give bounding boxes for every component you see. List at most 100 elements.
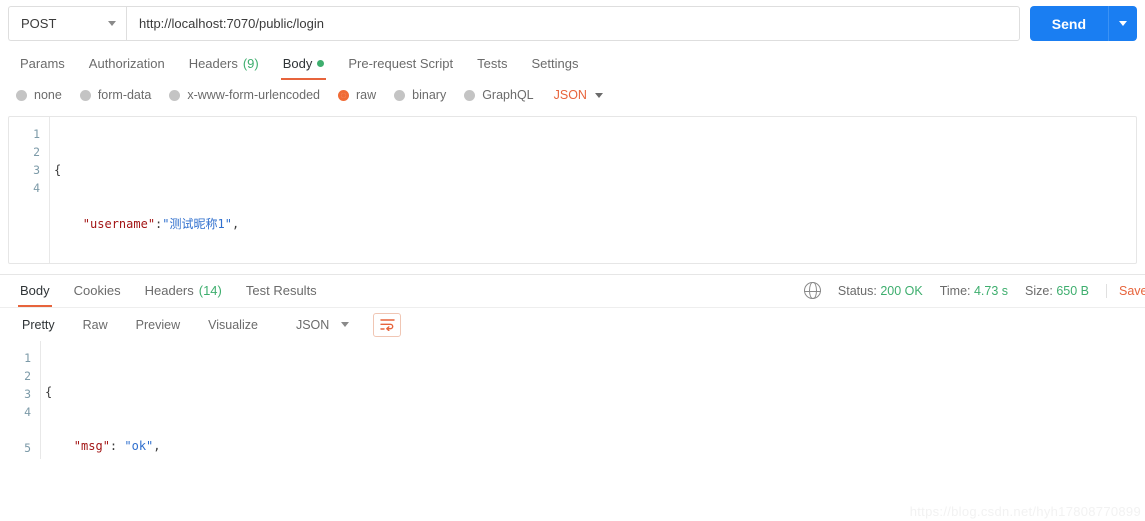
request-tabs: Params Authorization Headers (9) Body Pr… xyxy=(0,47,1145,80)
response-format-dropdown[interactable]: JSON xyxy=(286,314,359,336)
tab-label: Tests xyxy=(477,56,508,71)
request-body-code[interactable]: { "username":"测试昵称1", "password":"12345"… xyxy=(49,117,1136,263)
view-tab-preview[interactable]: Preview xyxy=(122,318,194,332)
save-response-link[interactable]: Save xyxy=(1106,283,1145,298)
postman-window: POST http://localhost:7070/public/login … xyxy=(0,0,1145,521)
status-label: Status: xyxy=(837,283,877,298)
json-key: "username" xyxy=(82,217,156,231)
response-view-toolbar: Pretty Raw Preview Visualize JSON xyxy=(0,307,1145,341)
json-punct: , xyxy=(153,439,161,453)
tab-tests[interactable]: Tests xyxy=(465,56,519,80)
radio-binary[interactable]: binary xyxy=(394,88,446,102)
tab-label: Body xyxy=(282,56,313,71)
response-format-value: JSON xyxy=(295,317,330,332)
status-value: 200 OK xyxy=(880,283,923,298)
radio-icon xyxy=(464,89,476,101)
body-type-radio-group: none form-data x-www-form-urlencoded raw… xyxy=(0,80,1145,110)
size-item: Size: 650 B xyxy=(1025,284,1089,298)
radio-icon xyxy=(169,89,181,101)
status-item: Status: 200 OK xyxy=(838,284,923,298)
watermark: https://blog.csdn.net/hyh17808770899 xyxy=(909,504,1141,519)
response-meta: Status: 200 OK Time: 4.73 s Size: 650 B … xyxy=(803,281,1145,307)
code-line: "msg": "ok", xyxy=(45,437,1145,455)
time-item: Time: 4.73 s xyxy=(940,284,1008,298)
view-tab-pretty[interactable]: Pretty xyxy=(8,318,69,332)
response-tab-body[interactable]: Body xyxy=(8,283,62,307)
json-value: "测试昵称1" xyxy=(162,217,232,231)
tab-label: Body xyxy=(20,283,50,298)
tab-settings[interactable]: Settings xyxy=(519,56,590,80)
line-number: 4 xyxy=(33,181,40,195)
tab-label: Cookies xyxy=(73,283,121,298)
send-options-button[interactable] xyxy=(1108,6,1137,41)
tab-pre-request-script[interactable]: Pre-request Script xyxy=(336,56,465,80)
tab-body[interactable]: Body xyxy=(271,56,337,80)
request-format-dropdown[interactable]: JSON xyxy=(554,88,603,102)
response-tab-headers[interactable]: Headers (14) xyxy=(133,283,234,307)
time-label: Time: xyxy=(939,283,971,298)
globe-icon[interactable] xyxy=(803,281,822,300)
response-body-editor[interactable]: 1 2 3 4 5 { "msg": "ok", "role": "admin"… xyxy=(0,341,1145,459)
response-tab-cookies[interactable]: Cookies xyxy=(62,283,133,307)
chevron-down-icon xyxy=(341,322,350,327)
wrap-lines-button[interactable] xyxy=(373,312,402,337)
json-punct: , xyxy=(231,217,240,231)
radio-x-www-form-urlencoded[interactable]: x-www-form-urlencoded xyxy=(169,88,320,102)
radio-label: form-data xyxy=(97,88,152,102)
request-body-editor[interactable]: 1 2 3 4 { "username":"测试昵称1", "password"… xyxy=(8,116,1137,264)
tab-label: Headers xyxy=(188,56,238,71)
json-punct: { xyxy=(45,385,53,399)
line-number-spacer xyxy=(0,421,40,439)
json-key: "msg" xyxy=(73,439,110,453)
radio-icon xyxy=(16,89,27,101)
code-line: { xyxy=(54,161,1136,179)
line-number: 3 xyxy=(33,163,40,177)
send-button-group: Send xyxy=(1029,6,1137,41)
radio-icon xyxy=(394,89,406,101)
tab-label: Test Results xyxy=(245,283,317,298)
response-line-numbers: 1 2 3 4 5 xyxy=(0,341,40,459)
line-number: 3 xyxy=(24,387,31,401)
radio-label: x-www-form-urlencoded xyxy=(187,88,320,102)
chevron-down-icon xyxy=(1119,21,1127,26)
view-tab-visualize[interactable]: Visualize xyxy=(194,318,272,332)
body-present-dot-icon xyxy=(317,60,325,67)
time-value: 4.73 s xyxy=(973,283,1009,298)
json-punct: : xyxy=(109,439,125,453)
chevron-down-icon xyxy=(594,92,603,98)
wrap-text-icon xyxy=(380,319,395,331)
http-method-value: POST xyxy=(21,16,57,31)
code-line: "username":"测试昵称1", xyxy=(54,215,1136,233)
tab-params[interactable]: Params xyxy=(8,56,77,80)
radio-label: binary xyxy=(412,88,447,102)
radio-icon-selected xyxy=(338,89,349,101)
radio-none[interactable]: none xyxy=(16,88,62,102)
size-value: 650 B xyxy=(1056,283,1089,298)
tab-authorization[interactable]: Authorization xyxy=(77,56,177,80)
send-button[interactable]: Send xyxy=(1029,6,1108,41)
view-tab-raw[interactable]: Raw xyxy=(69,318,122,332)
radio-icon xyxy=(79,89,91,101)
url-input[interactable]: http://localhost:7070/public/login xyxy=(126,6,1020,41)
size-label: Size: xyxy=(1025,283,1053,298)
response-tab-test-results[interactable]: Test Results xyxy=(234,283,329,307)
json-punct: { xyxy=(54,163,62,177)
radio-label: none xyxy=(34,88,62,102)
tab-label: Settings xyxy=(531,56,579,71)
http-method-dropdown[interactable]: POST xyxy=(8,6,126,41)
radio-label: GraphQL xyxy=(482,88,534,102)
url-text: http://localhost:7070/public/login xyxy=(139,16,325,31)
response-header: Body Cookies Headers (14) Test Results S… xyxy=(0,275,1145,307)
line-number: 1 xyxy=(24,351,31,365)
tab-label: Params xyxy=(20,56,65,71)
request-format-value: JSON xyxy=(553,88,587,102)
radio-graphql[interactable]: GraphQL xyxy=(464,88,534,102)
tab-count: (14) xyxy=(198,283,222,298)
tab-count: (9) xyxy=(242,56,259,71)
response-body-code[interactable]: { "msg": "ok", "role": "admin", "token":… xyxy=(40,341,1145,459)
code-line: { xyxy=(45,383,1145,401)
tab-headers[interactable]: Headers (9) xyxy=(177,56,271,80)
response-tabs: Body Cookies Headers (14) Test Results xyxy=(8,283,329,307)
radio-form-data[interactable]: form-data xyxy=(79,88,152,102)
radio-raw[interactable]: raw xyxy=(338,88,376,102)
